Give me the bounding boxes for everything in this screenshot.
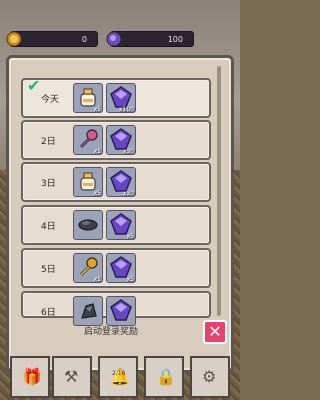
purple-gem-icon [106,31,122,47]
close-button[interactable]: ✕ [203,320,227,344]
reward-quantity: x1 [93,276,101,283]
reward-row-day-1[interactable]: ✔ 今天 x5 x100 [21,76,211,118]
gear-icon: ⚙ [202,367,217,386]
reward-row-day-4[interactable]: 4日 x5 [21,205,211,245]
day-label: 4日 [41,222,56,232]
reward-row-day-5[interactable]: 5日 x1 x5 [21,248,211,288]
reward-slot[interactable]: x1 [73,125,103,155]
panel-title: 启动登录奖励 [84,327,139,337]
reward-quantity: x100 [118,106,134,113]
gold-value: 0 [81,35,87,44]
close-icon: ✕ [208,322,222,341]
day-label: 5日 [41,265,56,275]
reward-quantity: x5 [93,106,101,113]
anvil-icon: ⚒ [64,367,79,386]
reward-slot[interactable]: x100 [106,83,136,113]
reward-row-day-6[interactable]: 6日 [21,291,211,326]
reward-quantity: x1 [93,148,101,155]
gift-box-icon: 🎁 [22,367,42,386]
day-label: 2日 [41,137,56,147]
reward-slot[interactable]: x30 [106,167,136,197]
nav-button-anvil[interactable]: ⚒ [52,356,92,398]
reward-quantity: x30 [122,190,134,197]
nav-counter: 2/16 [112,370,126,377]
gem-value: 100 [167,35,183,44]
reward-quantity: x30 [122,148,134,155]
reward-quantity: x5 [93,190,101,197]
gold-counter: 0 [10,31,98,47]
reward-slot[interactable]: x5 [73,83,103,113]
reward-slot[interactable]: x5 [73,167,103,197]
reward-row-day-2[interactable]: 2日 x1 x30 [21,120,211,160]
nav-button-gift-box[interactable]: 🎁 [10,356,50,398]
nav-button-lock[interactable]: 🔒 [144,356,184,398]
reward-slot[interactable]: x5 [106,253,136,283]
day-label: 今天 [41,95,60,105]
reward-slot[interactable]: x5 [106,210,136,240]
gold-coin-icon [6,31,22,47]
nav-button-gear[interactable]: ⚙ [190,356,230,398]
reward-slot[interactable]: x1 [73,253,103,283]
scrollbar[interactable] [217,66,221,316]
reward-quantity: x5 [126,276,134,283]
reward-quantity: x5 [126,233,134,240]
checkmark-icon: ✔ [27,76,41,95]
reward-slot[interactable] [73,296,103,326]
day-label: 6日 [41,308,56,318]
reward-row-day-3[interactable]: 3日 x5 x30 [21,162,211,202]
lock-icon: 🔒 [156,367,176,386]
reward-slot[interactable] [106,296,136,326]
reward-slot[interactable] [73,210,103,240]
reward-slot[interactable]: x30 [106,125,136,155]
nav-button-bell[interactable]: 🔔 [98,356,138,398]
gem-counter: 100 [110,31,194,47]
day-label: 3日 [41,179,56,189]
